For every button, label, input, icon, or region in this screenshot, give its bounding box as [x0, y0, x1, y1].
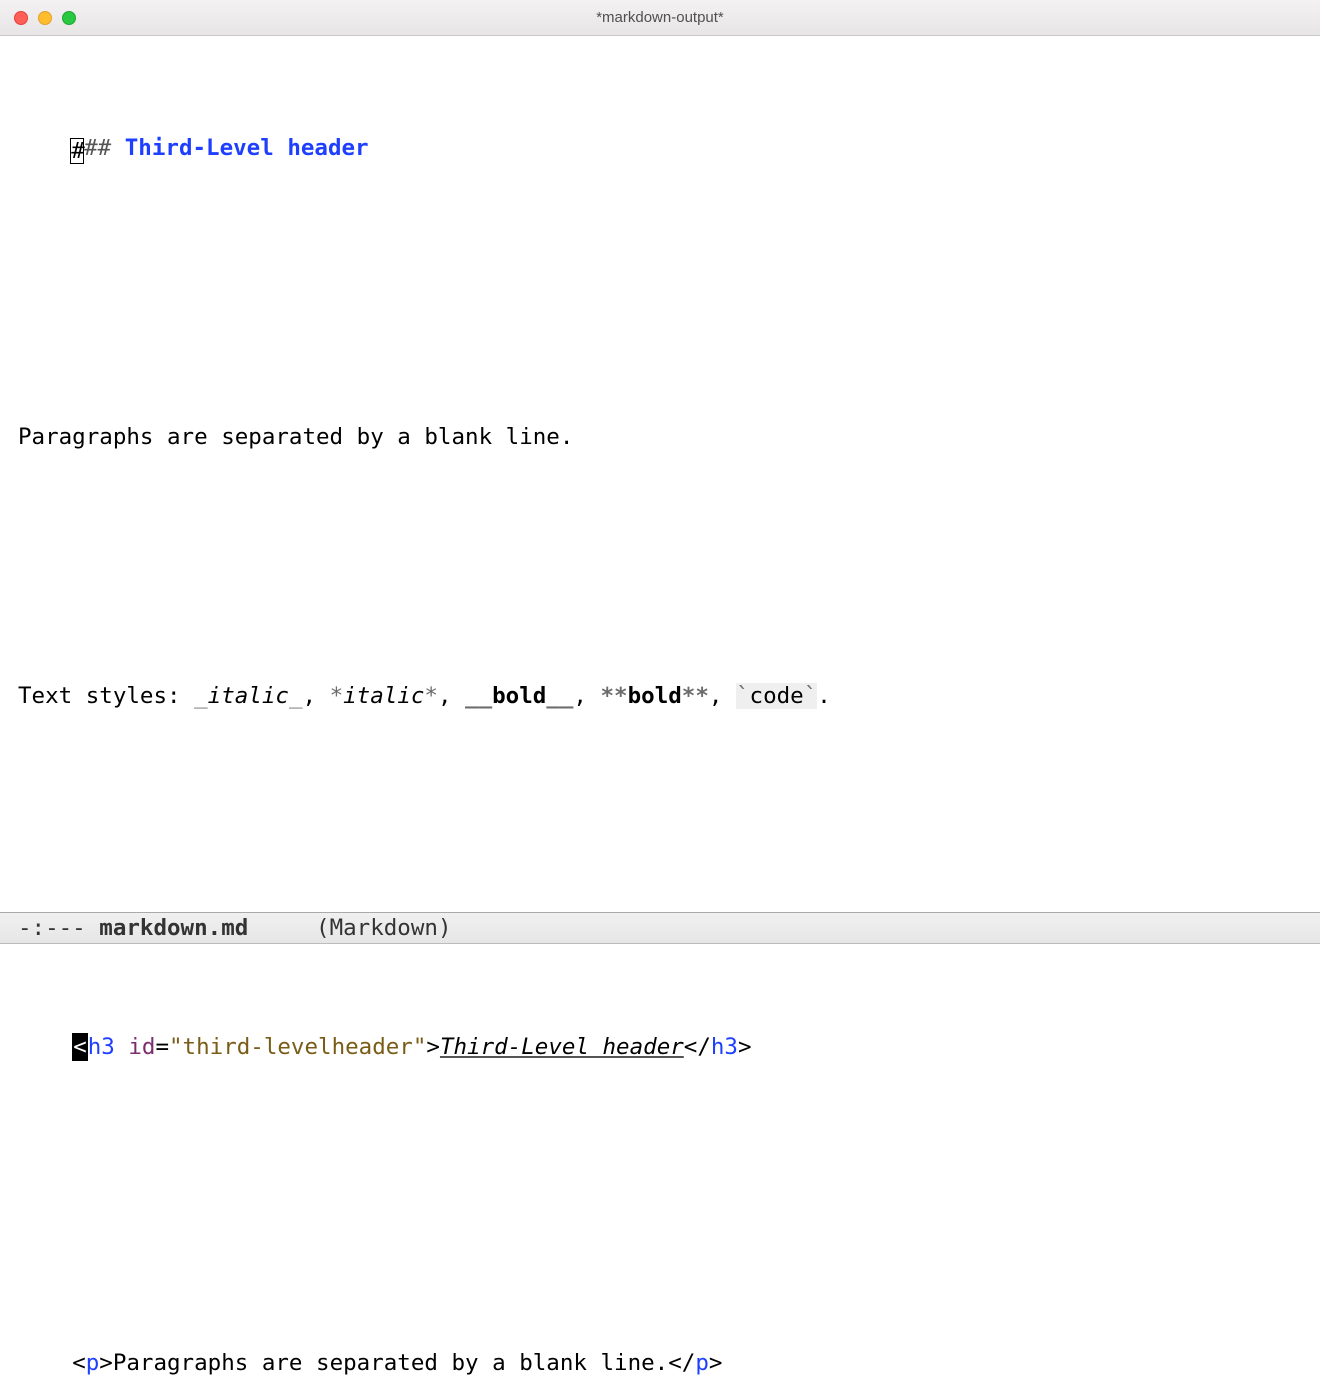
point-cursor: <	[72, 1033, 88, 1062]
md-heading-text: Third-Level header	[111, 135, 368, 161]
modeline-markdown[interactable]: -:--- markdown.md (Markdown)	[0, 912, 1320, 944]
html-output-buffer[interactable]: <h3 id="third-levelheader">Third-Level h…	[0, 944, 1320, 1400]
html-tag: h3	[88, 1034, 115, 1060]
md-hash: ##	[84, 135, 111, 161]
md-paragraph: Paragraphs are separated by a blank line…	[18, 423, 1320, 452]
modeline-filename: markdown.md	[99, 914, 248, 943]
md-styles-line: Text styles: _italic_, *italic*, __bold_…	[18, 682, 1320, 711]
window-title: *markdown-output*	[0, 8, 1320, 27]
title-bar: *markdown-output*	[0, 0, 1320, 36]
modeline-status: -:---	[18, 914, 99, 943]
modeline-major-mode: (Markdown)	[316, 914, 451, 943]
text-cursor: #	[70, 138, 84, 163]
markdown-buffer[interactable]: ### Third-Level header Paragraphs are se…	[0, 36, 1320, 912]
